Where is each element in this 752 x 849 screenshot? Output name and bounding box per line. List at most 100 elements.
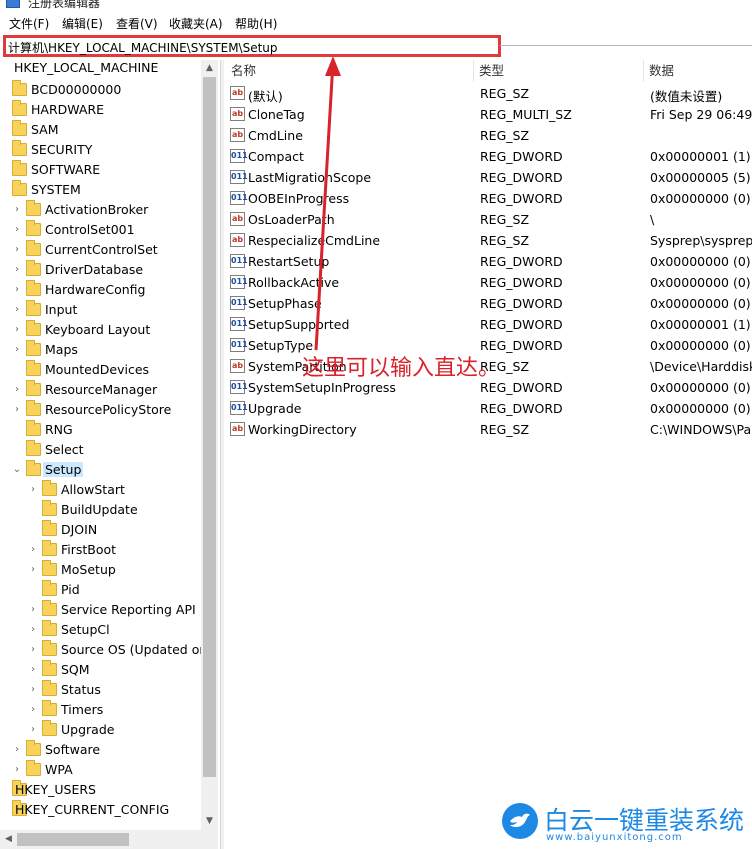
tree-item[interactable]: › DriverDatabase [0,260,200,280]
tree-item[interactable]: › Input [0,300,200,320]
value-row[interactable]: 011 LastMigrationScope REG_DWORD 0x00000005… [226,167,752,188]
value-row[interactable]: 011 OOBEInProgress REG_DWORD 0x00000000 (0) [226,188,752,209]
tree-item[interactable]: RNG [0,420,200,440]
expand-chevron-icon[interactable]: › [28,684,38,696]
tree-item[interactable]: › Keyboard Layout [0,320,200,340]
scroll-up-icon[interactable]: ▲ [201,60,218,77]
tree-item-label: ActivationBroker [45,202,149,217]
tree-item[interactable]: › Status [0,680,200,700]
expand-chevron-icon[interactable]: › [12,384,22,396]
binary-value-icon: 011 [230,191,248,205]
expand-chevron-icon[interactable]: › [12,304,22,316]
tree-item[interactable]: DJOIN [0,520,200,540]
value-row[interactable]: 011 RestartSetup REG_DWORD 0x00000000 (0) [226,251,752,272]
expand-chevron-icon[interactable]: › [12,404,22,416]
scroll-thumb[interactable] [203,77,216,777]
expand-chevron-icon[interactable]: › [28,544,38,556]
tree-item[interactable]: › Software [0,740,200,760]
expand-chevron-icon[interactable]: › [12,344,22,356]
expand-chevron-icon[interactable]: › [12,224,22,236]
value-row[interactable]: ab WorkingDirectory REG_SZ C:\WINDOWS\Par [226,419,752,440]
tree-item[interactable]: Select [0,440,200,460]
value-type: REG_DWORD [480,296,563,311]
address-bar[interactable] [3,35,501,57]
tree-item-label: Source OS (Updated on [61,642,208,657]
tree-item[interactable]: › MoSetup [0,560,200,580]
expand-chevron-icon[interactable]: › [12,284,22,296]
expand-chevron-icon[interactable]: › [12,204,22,216]
expand-chevron-icon[interactable]: › [28,664,38,676]
value-row[interactable]: 011 SetupPhase REG_DWORD 0x00000000 (0) [226,293,752,314]
tree-item[interactable]: Pid [0,580,200,600]
expand-chevron-icon[interactable]: › [12,764,22,776]
pane-splitter[interactable] [220,60,224,849]
expand-chevron-icon[interactable]: › [28,564,38,576]
menu-favorites[interactable]: 收藏夹(A) [169,15,223,32]
menu-view[interactable]: 查看(V) [116,15,158,32]
column-header-type[interactable]: 类型 [474,60,644,82]
values-list: 名称 类型 数据 ab (默认) REG_SZ (数值未设置) ab CloneTag RE… [226,60,752,849]
tree-item[interactable]: › ResourcePolicyStore [0,400,200,420]
tree-item[interactable]: › Maps [0,340,200,360]
tree-item[interactable]: › ActivationBroker [0,200,200,220]
tree-item[interactable]: SYSTEM [0,180,200,200]
tree-item[interactable]: BuildUpdate [0,500,200,520]
tree-item[interactable]: › AllowStart [0,480,200,500]
scroll-left-icon[interactable]: ◀ [0,830,17,849]
tree-item[interactable]: › Timers [0,700,200,720]
tree-item[interactable]: SAM [0,120,200,140]
expand-chevron-icon[interactable]: › [28,604,38,616]
expand-chevron-icon[interactable]: › [28,724,38,736]
expand-chevron-icon[interactable]: › [12,244,22,256]
tree-item[interactable]: › SQM [0,660,200,680]
tree-horizontal-scrollbar[interactable]: ◀ [0,830,218,849]
expand-chevron-icon[interactable]: › [28,484,38,496]
value-row[interactable]: 011 Upgrade REG_DWORD 0x00000000 (0) [226,398,752,419]
expand-chevron-icon[interactable]: › [28,644,38,656]
collapse-chevron-icon[interactable]: ⌄ [12,464,22,476]
tree-item[interactable]: BCD00000000 [0,80,200,100]
tree-item[interactable]: HKEY_LOCAL_MACHINE [0,60,200,78]
expand-chevron-icon[interactable]: › [12,264,22,276]
expand-chevron-icon[interactable]: › [12,324,22,336]
tree-item[interactable]: SECURITY [0,140,200,160]
tree-vertical-scrollbar[interactable]: ▲ ▼ [201,60,218,830]
address-input[interactable] [8,39,488,55]
tree-item[interactable]: › HardwareConfig [0,280,200,300]
menu-edit[interactable]: 编辑(E) [62,15,103,32]
column-header-data[interactable]: 数据 [644,60,752,82]
value-row[interactable]: 011 RollbackActive REG_DWORD 0x00000000 (0) [226,272,752,293]
tree-item[interactable]: SOFTWARE [0,160,200,180]
expand-chevron-icon[interactable]: › [28,624,38,636]
value-row[interactable]: 011 Compact REG_DWORD 0x00000001 (1) [226,146,752,167]
value-row[interactable]: ab CmdLine REG_SZ [226,125,752,146]
tree-item[interactable]: › Service Reporting API [0,600,200,620]
hscroll-thumb[interactable] [17,833,129,846]
tree-item[interactable]: HKEY_CURRENT_CONFIG [0,800,200,820]
tree-item[interactable]: › SetupCl [0,620,200,640]
scroll-down-icon[interactable]: ▼ [201,813,218,830]
value-row[interactable]: 011 SetupSupported REG_DWORD 0x00000001 (1) [226,314,752,335]
tree-item[interactable]: HKEY_USERS [0,780,200,800]
menu-file[interactable]: 文件(F) [9,15,49,32]
tree-item[interactable]: › Source OS (Updated on [0,640,207,660]
menu-help[interactable]: 帮助(H) [235,15,277,32]
value-row[interactable]: abCloneTag REG_MULTI_SZ Fri Sep 29 06:49:4 [226,104,752,125]
tree-item[interactable]: › Upgrade [0,720,200,740]
tree-item[interactable]: HARDWARE [0,100,200,120]
tree-item[interactable]: › FirstBoot [0,540,200,560]
tree-item[interactable]: ⌄ Setup [0,460,200,480]
value-row[interactable]: ab RespecializeCmdLine REG_SZ Sysprep\syspr… [226,230,752,251]
expand-chevron-icon[interactable]: › [12,744,22,756]
tree-item[interactable]: › CurrentControlSet [0,240,200,260]
tree-item[interactable]: › WPA [0,760,200,780]
value-row[interactable]: ab (默认) REG_SZ (数值未设置) [226,83,752,104]
expand-chevron-icon[interactable]: › [28,704,38,716]
value-type: REG_SZ [480,86,530,101]
tree-item[interactable]: › ControlSet001 [0,220,200,240]
tree-item-label: ResourceManager [45,382,158,397]
column-header-name[interactable]: 名称 [226,60,474,82]
tree-item[interactable]: MountedDevices [0,360,200,380]
tree-item[interactable]: › ResourceManager [0,380,200,400]
value-row[interactable]: ab OsLoaderPath REG_SZ \ [226,209,752,230]
